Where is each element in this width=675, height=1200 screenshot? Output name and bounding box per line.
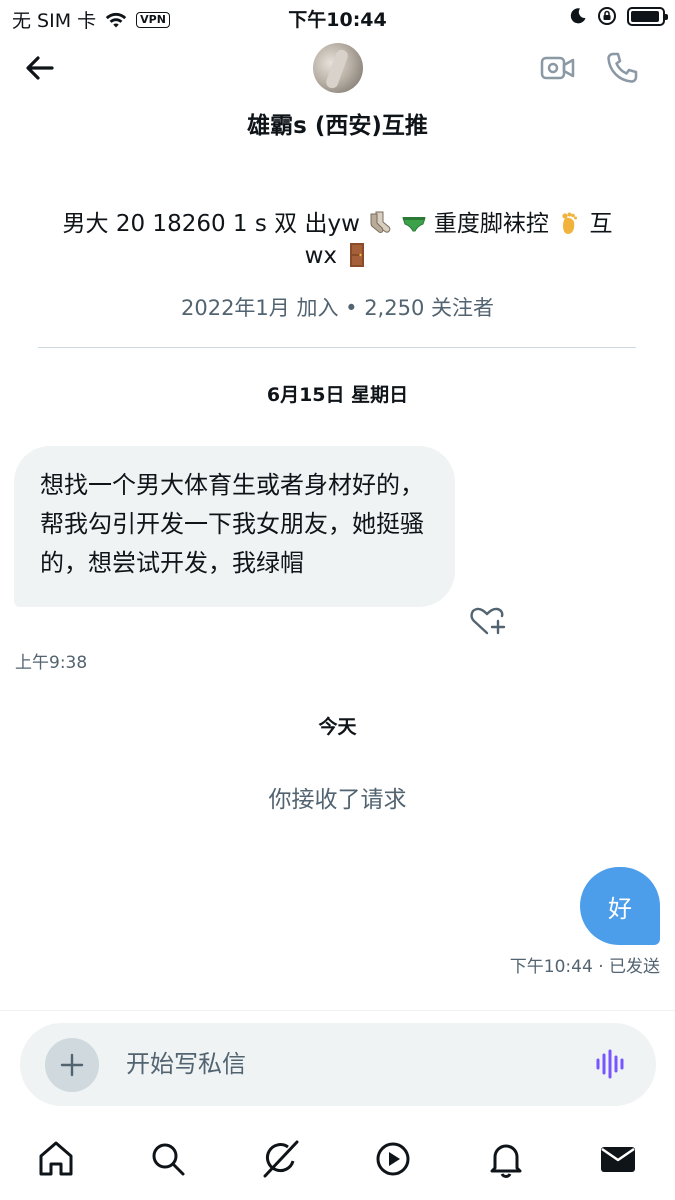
bio-text-4: wx (304, 243, 338, 269)
date-separator-today: 今天 (318, 716, 357, 738)
heart-plus-icon[interactable] (469, 604, 507, 638)
outgoing-message-bubble[interactable]: 好 (580, 867, 660, 945)
status-right (569, 6, 668, 26)
play-icon[interactable] (372, 1138, 414, 1180)
add-attachment-button[interactable] (45, 1038, 99, 1092)
battery-fill (631, 10, 659, 22)
outgoing-message-status: 下午10:44 · 已发送 (509, 957, 660, 977)
message-input[interactable] (126, 1043, 566, 1085)
rotation-lock-icon (598, 7, 616, 25)
search-icon[interactable] (147, 1138, 189, 1180)
voice-wave-icon[interactable] (594, 1047, 628, 1081)
moon-icon (570, 8, 586, 24)
back-arrow-icon[interactable] (20, 50, 60, 86)
plus-icon (60, 1053, 84, 1077)
grok-icon[interactable] (259, 1138, 301, 1180)
bio-text-2: 重度脚袜控 (433, 211, 549, 237)
date-separator: 6月15日 星期日 (266, 384, 409, 406)
door-emoji-icon (350, 243, 365, 267)
bio-text-1: 男大 20 18260 1 s 双 出yw (62, 211, 360, 237)
home-icon[interactable] (35, 1138, 77, 1180)
phone-icon[interactable] (604, 50, 640, 86)
system-message: 你接收了请求 (268, 787, 407, 813)
incoming-message-bubble[interactable]: 想找一个男大体育生或者身材好的，帮我勾引开发一下我女朋友，她挺骚的，想尝试开发，… (14, 446, 455, 607)
foot-emoji-icon (562, 212, 578, 234)
profile-meta: 2022年1月 加入 • 2,250 关注者 (180, 296, 494, 320)
status-bar: 无 SIM 卡 VPN 下午10:44 (0, 0, 675, 34)
conversation-title[interactable]: 雄霸s (西安)互推 (0, 106, 675, 140)
avatar[interactable] (313, 43, 363, 93)
bottom-tab-bar (0, 1130, 675, 1190)
video-camera-icon[interactable] (540, 52, 576, 84)
briefs-emoji-icon (401, 217, 426, 232)
outgoing-message-text: 好 (608, 894, 632, 923)
battery-icon (627, 6, 668, 26)
incoming-message-time: 上午9:38 (15, 653, 88, 673)
socks-emoji-icon (370, 211, 391, 233)
mail-icon[interactable] (597, 1138, 639, 1180)
bio-text-3: 互 (589, 211, 613, 237)
bell-icon[interactable] (485, 1138, 527, 1180)
composer-divider (0, 1010, 675, 1011)
incoming-message-text: 想找一个男大体育生或者身材好的，帮我勾引开发一下我女朋友，她挺骚的，想尝试开发，… (40, 471, 424, 577)
divider (38, 347, 636, 348)
message-composer (20, 1023, 656, 1106)
profile-bio: 男大 20 18260 1 s 双 出yw 重度脚袜控 互 wx (40, 208, 635, 272)
